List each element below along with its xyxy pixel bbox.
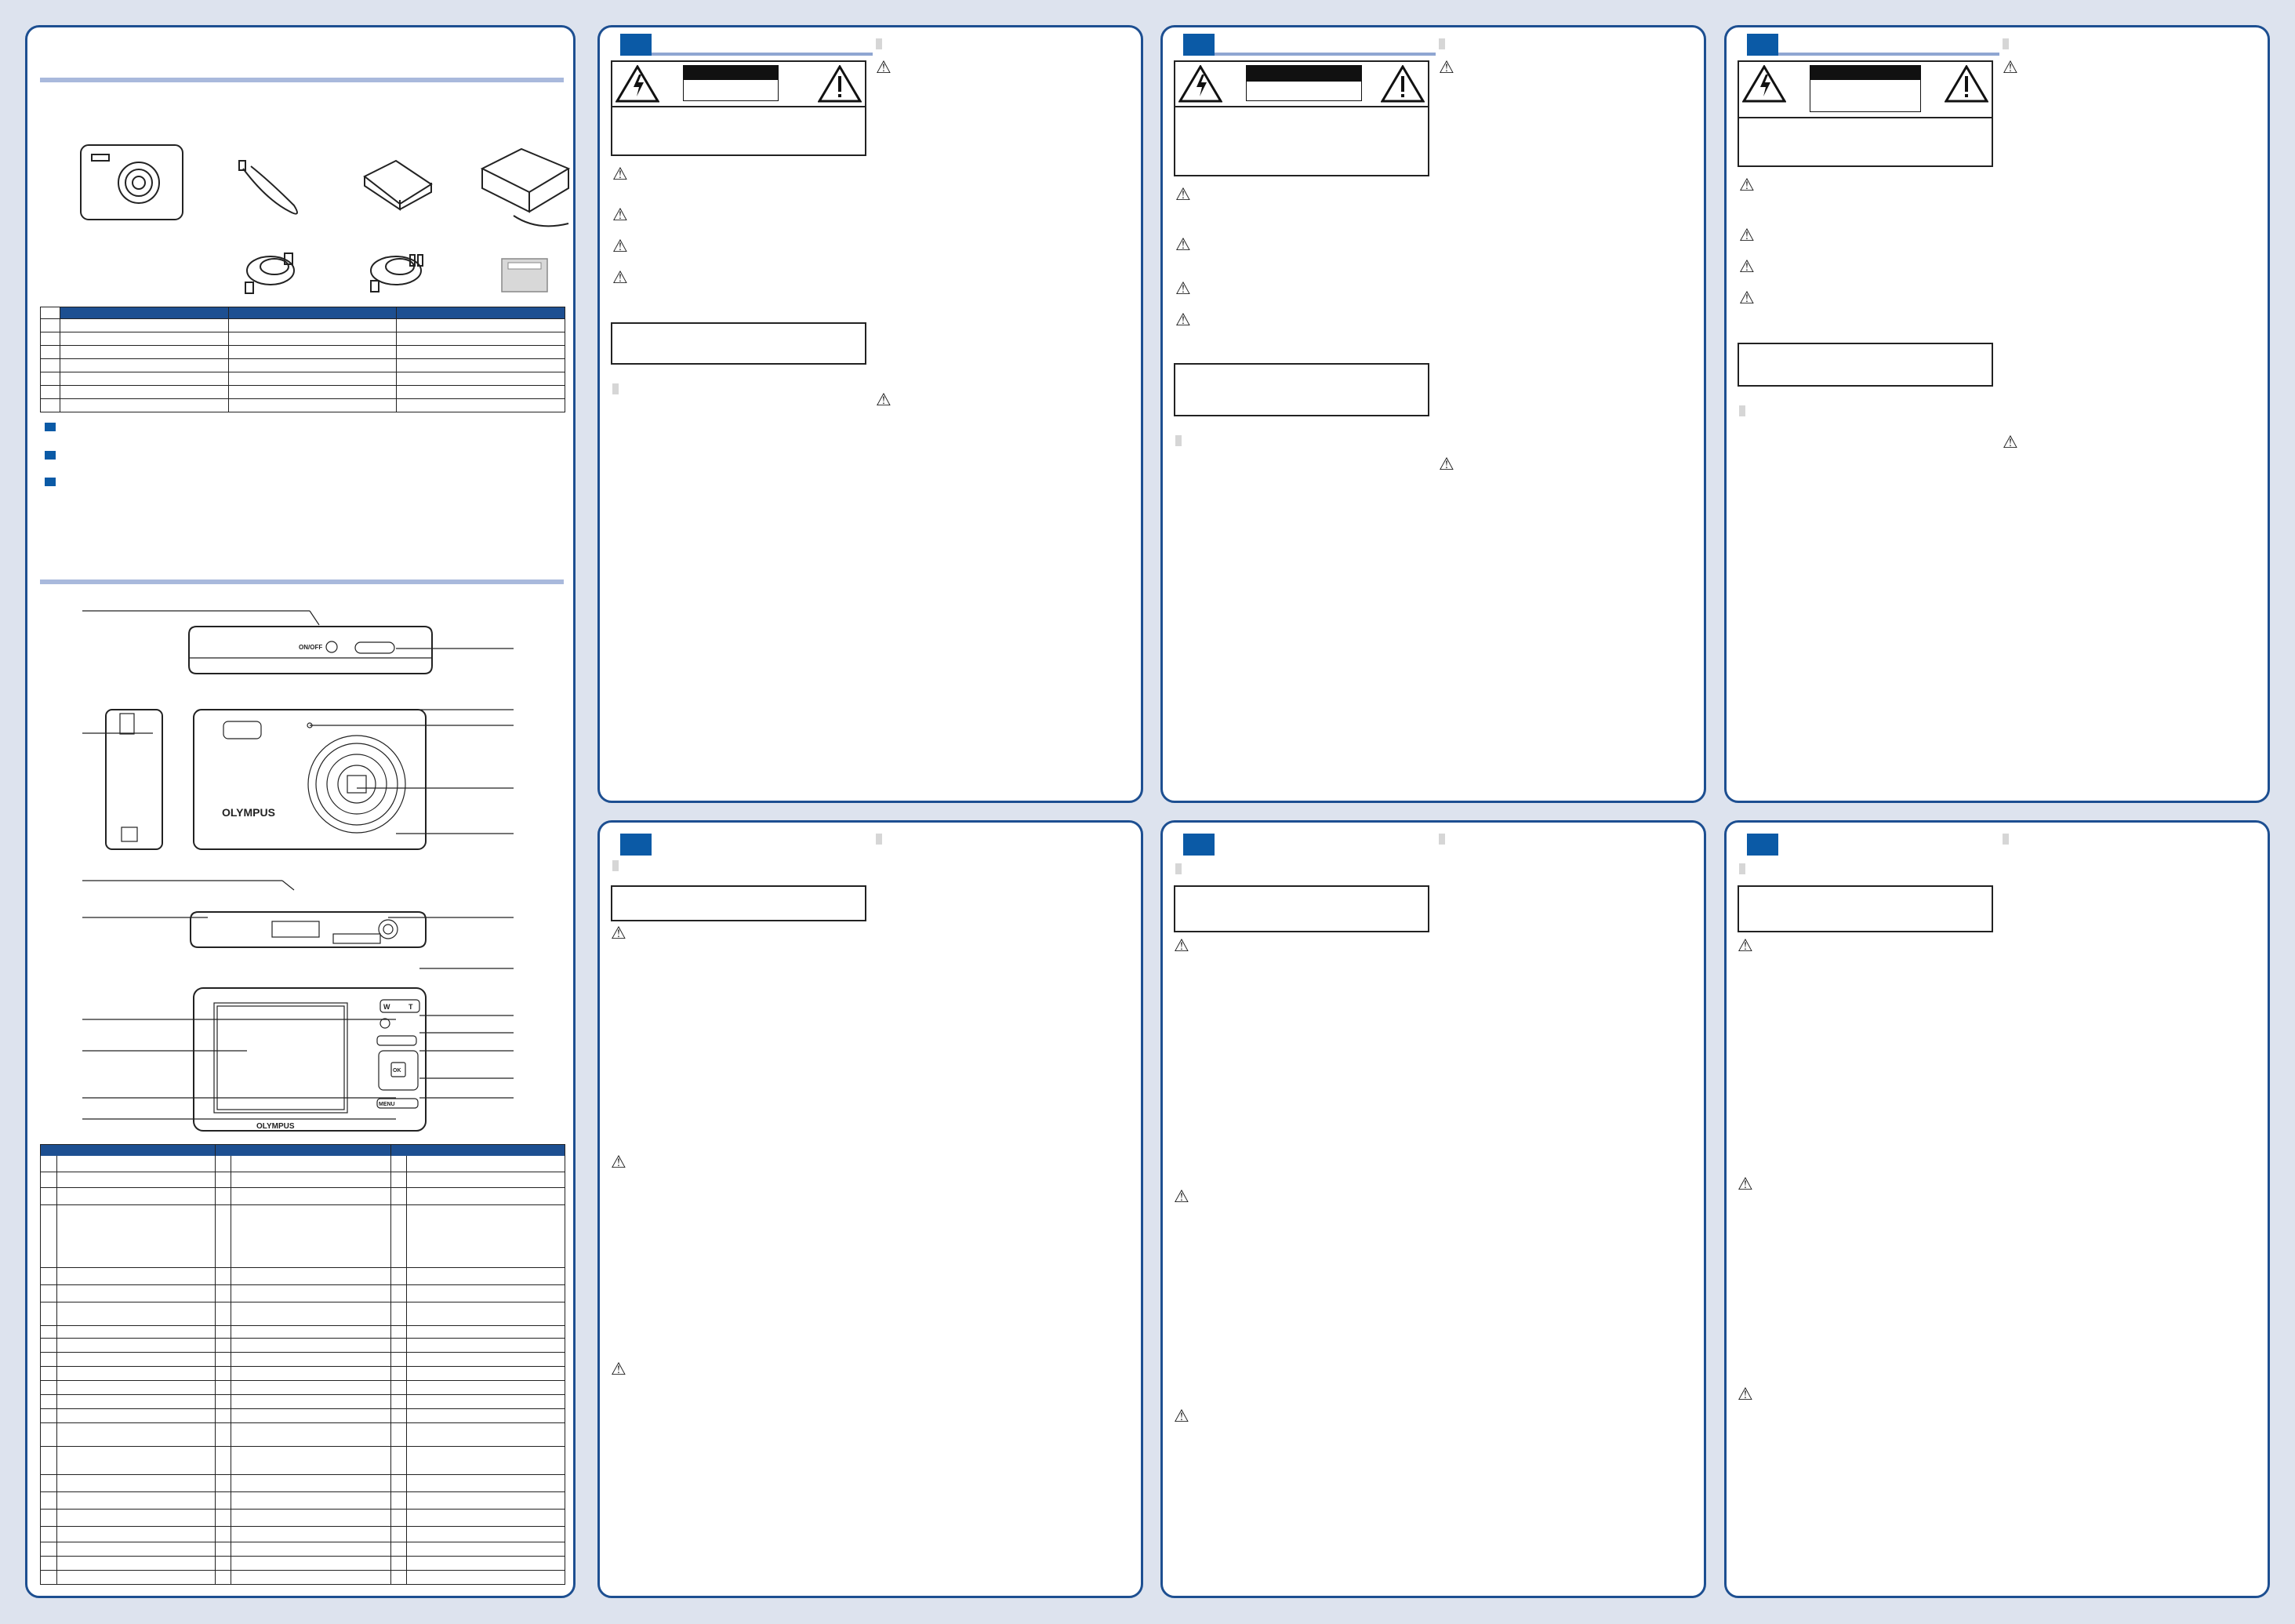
heading-rule (652, 53, 873, 56)
panel-top-1: ⚠ ⚠ ⚠ ⚠ ⚠ ⚠ (597, 25, 1143, 803)
section-tab (1175, 435, 1182, 446)
warning-icon: ⚠ (611, 1152, 626, 1172)
warning-icon: ⚠ (2003, 57, 2018, 77)
warning-icon: ⚠ (1739, 288, 1755, 307)
warning-icon: ⚠ (1439, 57, 1454, 77)
warning-icon: ⚠ (1738, 1384, 1753, 1404)
electric-shock-icon (1742, 65, 1786, 103)
warning-icon: ⚠ (1175, 184, 1191, 204)
camera-parts-diagram: ON/OFF OLYMPUS OLYMPUS W T OK MENU (82, 610, 514, 1132)
accessories-illustration (80, 144, 571, 294)
language-flag-1 (620, 34, 652, 56)
warning-icon: ⚠ (611, 923, 626, 943)
battery-image (363, 159, 433, 211)
warning-icon: ⚠ (611, 1359, 626, 1379)
diagram-front-brand: OLYMPUS (222, 806, 275, 819)
left-panel: ON/OFF OLYMPUS OLYMPUS W T OK MENU (25, 25, 576, 1598)
diagram-ok-label: OK (393, 1068, 401, 1074)
section-tab (876, 38, 882, 49)
warning-icon: ⚠ (612, 205, 628, 224)
warning-icon: ⚠ (1175, 234, 1191, 254)
language-flag-4 (620, 834, 652, 856)
warning-icon: ⚠ (1739, 256, 1755, 276)
warning-icon: ⚠ (1739, 225, 1755, 245)
notice-box (611, 885, 866, 921)
warning-icon: ⚠ (876, 390, 891, 409)
section-tab (1439, 38, 1445, 49)
warning-icon: ⚠ (876, 57, 891, 77)
electric-shock-icon (616, 65, 659, 103)
notice-box (1174, 363, 1429, 416)
section-tab (612, 383, 619, 394)
section-tab (1175, 863, 1182, 874)
diagram-back-brand: OLYMPUS (256, 1122, 295, 1131)
diagram-t-label: T (409, 1003, 413, 1011)
warning-icon: ⚠ (2003, 432, 2018, 452)
usb-cable-image (245, 253, 295, 294)
section-tab (1439, 834, 1445, 845)
warning-icon: ⚠ (1175, 310, 1191, 329)
notice-box (1738, 343, 1993, 387)
note-marker-2 (45, 451, 56, 460)
warning-box (1174, 60, 1429, 176)
caution-label (1810, 65, 1921, 112)
warning-icon: ⚠ (1174, 1406, 1189, 1426)
section-tab (1739, 405, 1745, 416)
section-tab (2003, 834, 2009, 845)
language-flag-6 (1747, 834, 1778, 856)
warning-icon: ⚠ (1439, 454, 1454, 474)
warning-icon: ⚠ (1174, 936, 1189, 955)
warning-icon: ⚠ (612, 267, 628, 287)
exclamation-icon (1945, 65, 1988, 103)
heading-rule (1778, 53, 1999, 56)
section-rule-1 (40, 78, 564, 82)
note-marker-1 (45, 423, 56, 431)
notice-box (611, 322, 866, 365)
warning-box (611, 60, 866, 156)
caution-label (683, 65, 779, 101)
diagram-onoff-label: ON/OFF (299, 644, 322, 651)
warning-box (1738, 60, 1993, 167)
exclamation-icon (818, 65, 862, 103)
panel-top-3: ⚠ ⚠ ⚠ ⚠ ⚠ ⚠ (1724, 25, 2270, 803)
warning-icon: ⚠ (1175, 278, 1191, 298)
warning-icon: ⚠ (612, 236, 628, 256)
av-cable-image (370, 254, 423, 292)
warning-icon: ⚠ (1174, 1186, 1189, 1206)
diagram-w-label: W (383, 1003, 390, 1011)
caution-label (1246, 65, 1362, 101)
section-tab (612, 860, 619, 871)
notice-box (1174, 885, 1429, 932)
language-flag-2 (1183, 34, 1215, 56)
camera-accessory-image (80, 144, 183, 220)
warning-icon: ⚠ (1739, 175, 1755, 194)
panel-bottom-3: ⚠ ⚠ ⚠ (1724, 820, 2270, 1598)
panel-bottom-2: ⚠ ⚠ ⚠ (1160, 820, 1706, 1598)
parts-table (40, 1144, 565, 1585)
section-rule-2 (40, 579, 564, 584)
heading-rule (1215, 53, 1436, 56)
section-tab (876, 834, 882, 845)
note-marker-3 (45, 478, 56, 486)
panel-bottom-1: ⚠ ⚠ ⚠ (597, 820, 1143, 1598)
electric-shock-icon (1178, 65, 1222, 103)
cd-rom-image (501, 258, 548, 292)
warning-icon: ⚠ (612, 164, 628, 183)
notice-box (1738, 885, 1993, 932)
warning-icon: ⚠ (1738, 1174, 1753, 1193)
panel-top-2: ⚠ ⚠ ⚠ ⚠ ⚠ ⚠ (1160, 25, 1706, 803)
section-tab (2003, 38, 2009, 49)
parts-table-header (41, 1145, 565, 1156)
language-flag-3 (1747, 34, 1778, 56)
language-flag-5 (1183, 834, 1215, 856)
section-tab (1739, 863, 1745, 874)
accessories-table (40, 307, 565, 412)
warning-icon: ⚠ (1738, 936, 1753, 955)
diagram-menu-label: MENU (379, 1102, 395, 1107)
strap-image (238, 160, 298, 215)
exclamation-icon (1381, 65, 1425, 103)
charger-image (480, 147, 571, 227)
